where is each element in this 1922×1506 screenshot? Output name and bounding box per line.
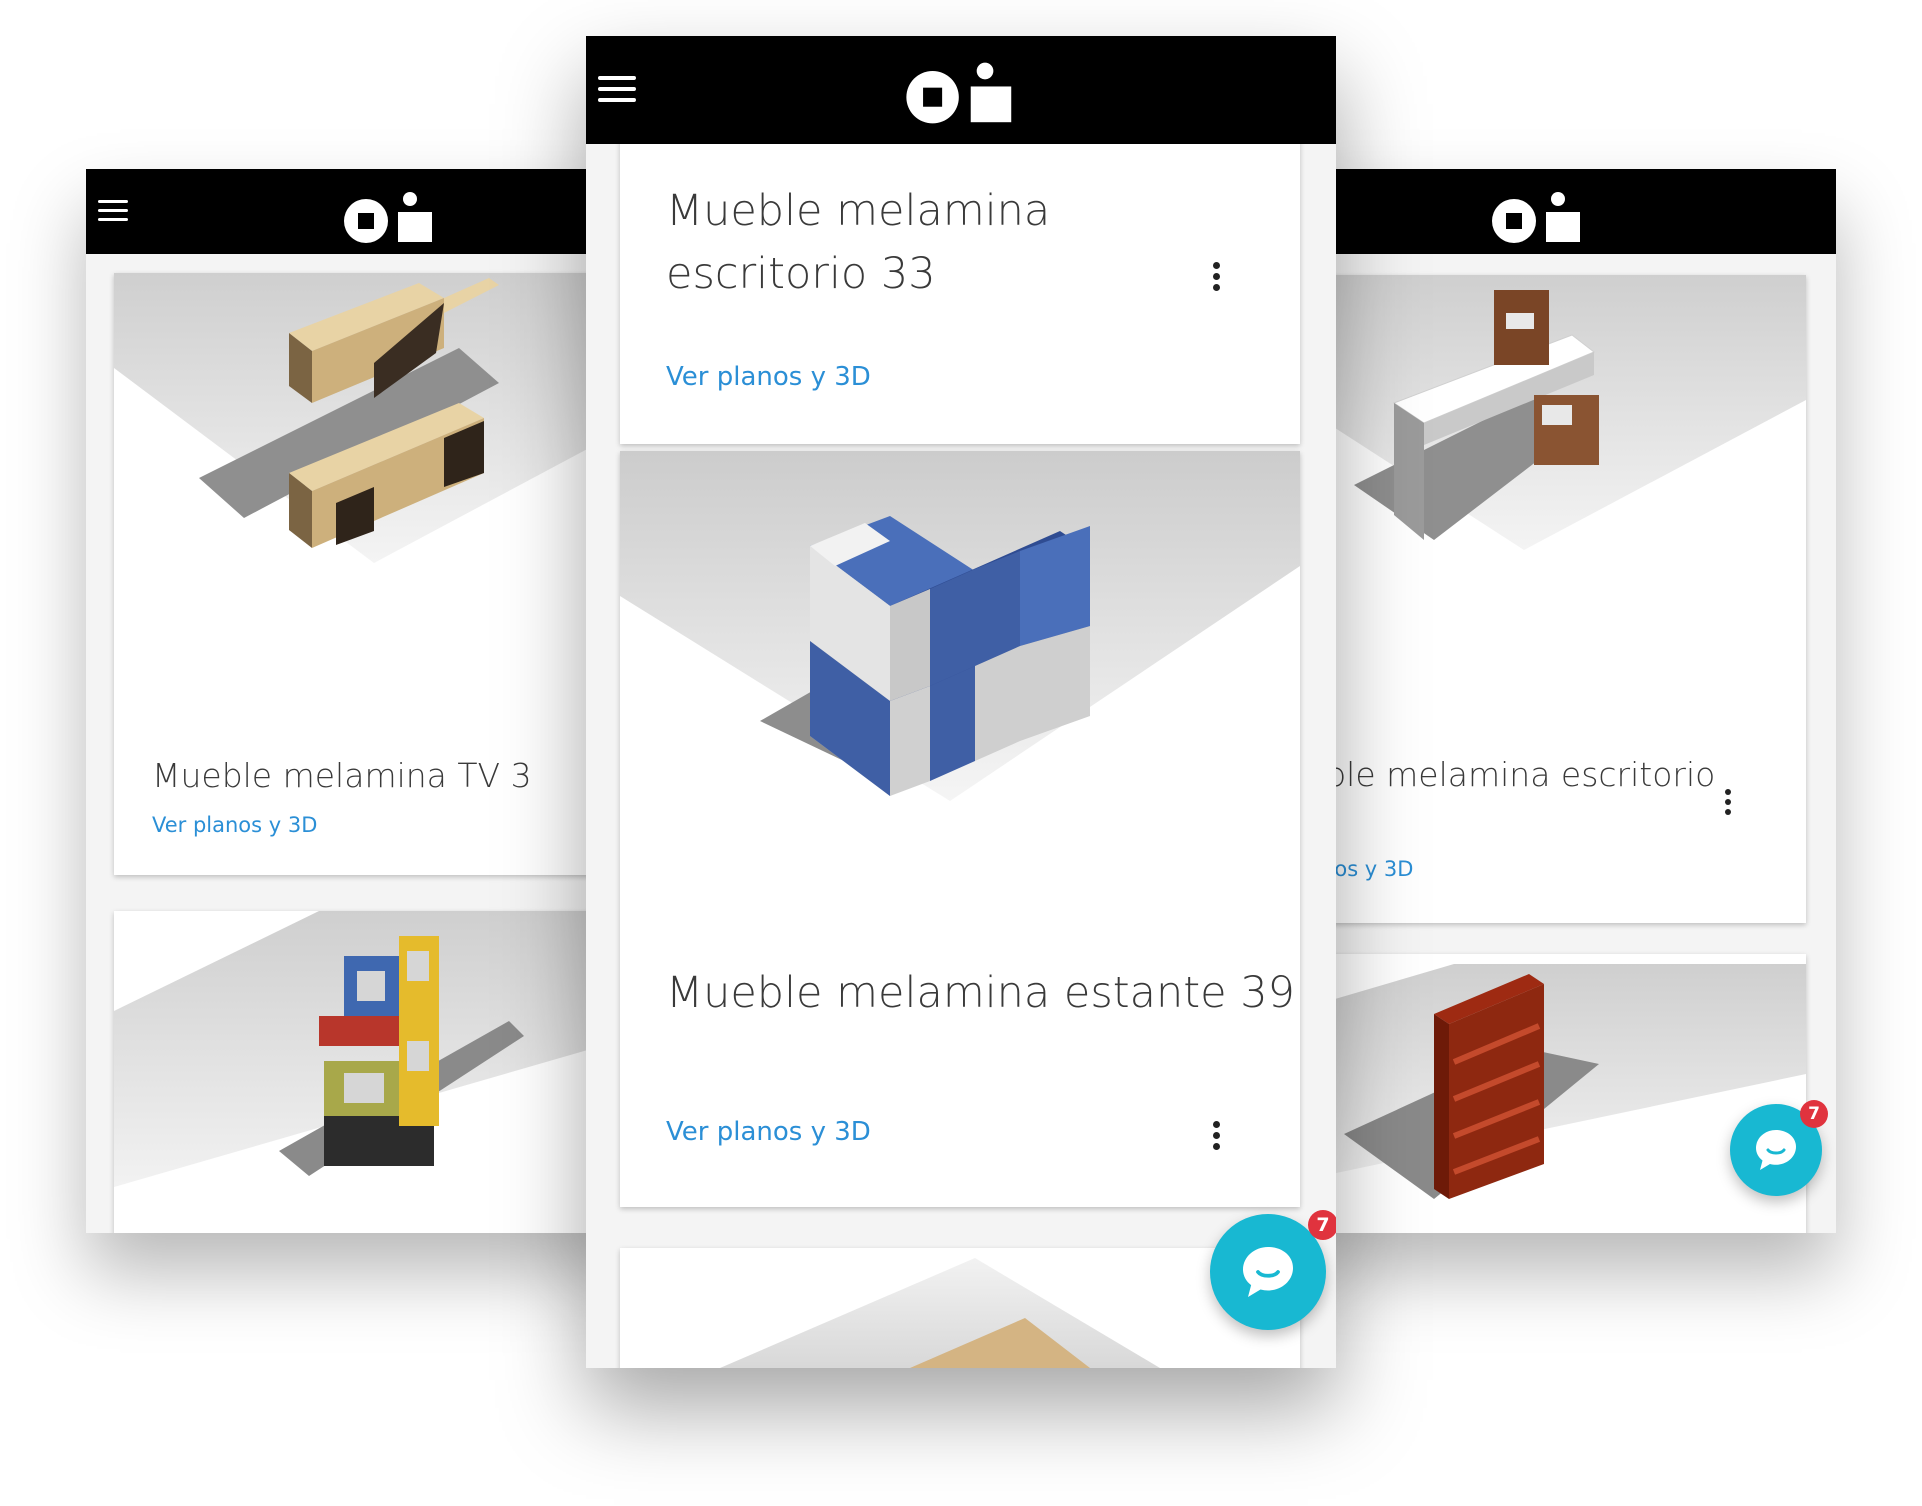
logo[interactable] xyxy=(342,192,436,248)
card-title: Mueble melamina escritorio 33 xyxy=(666,186,1051,299)
product-card[interactable] xyxy=(114,911,636,1233)
chat-icon xyxy=(1243,1247,1293,1297)
card-link[interactable]: Ver planos y 3D xyxy=(666,1117,871,1147)
notification-badge: 7 xyxy=(1800,1100,1828,1128)
phone-screen-center: Mueble melamina escritorio 33 Ver planos… xyxy=(586,36,1336,1368)
menu-icon[interactable] xyxy=(98,200,128,221)
card-link[interactable]: Ver planos y 3D xyxy=(666,362,871,392)
card-title: Mueble melamina estante 39 xyxy=(666,968,1295,1018)
app-bar xyxy=(1290,169,1836,254)
logo[interactable] xyxy=(1490,192,1584,248)
more-vert-icon[interactable] xyxy=(1723,789,1733,819)
app-bar xyxy=(86,169,636,254)
product-render xyxy=(720,1258,1160,1368)
product-card[interactable] xyxy=(620,1248,1300,1368)
logo[interactable] xyxy=(904,62,1016,130)
product-render xyxy=(620,451,1300,801)
card-link[interactable]: Ver planos y 3D xyxy=(152,813,317,837)
product-render xyxy=(114,911,636,1187)
product-card[interactable]: Mueble melamina escritorio 33 Ver planos… xyxy=(620,136,1300,444)
chat-button[interactable]: 7 xyxy=(1730,1100,1828,1196)
more-vert-icon[interactable] xyxy=(1211,262,1221,295)
card-title: ueble melamina escritorio xyxy=(1290,755,1716,794)
chat-icon xyxy=(1756,1130,1796,1170)
product-card[interactable] xyxy=(1290,954,1806,1233)
product-render xyxy=(114,273,636,563)
product-card[interactable]: Mueble melamina TV 3 Ver planos y 3D xyxy=(114,273,636,875)
product-card[interactable]: ueble melamina escritorio planos y 3D xyxy=(1290,275,1806,923)
chat-button[interactable]: 7 xyxy=(1210,1210,1336,1330)
phone-screen-left: Mueble melamina TV 3 Ver planos y 3D xyxy=(86,169,636,1233)
app-bar xyxy=(586,36,1336,144)
menu-icon[interactable] xyxy=(598,76,636,102)
product-render xyxy=(1290,964,1806,1199)
product-render xyxy=(1290,275,1806,550)
phone-screen-right: ueble melamina escritorio planos y 3D 7 xyxy=(1290,169,1836,1233)
more-vert-icon[interactable] xyxy=(1211,1121,1221,1154)
notification-badge: 7 xyxy=(1308,1210,1336,1240)
card-title: Mueble melamina TV 3 xyxy=(152,756,532,795)
product-card[interactable]: Mueble melamina estante 39 Ver planos y … xyxy=(620,451,1300,1207)
